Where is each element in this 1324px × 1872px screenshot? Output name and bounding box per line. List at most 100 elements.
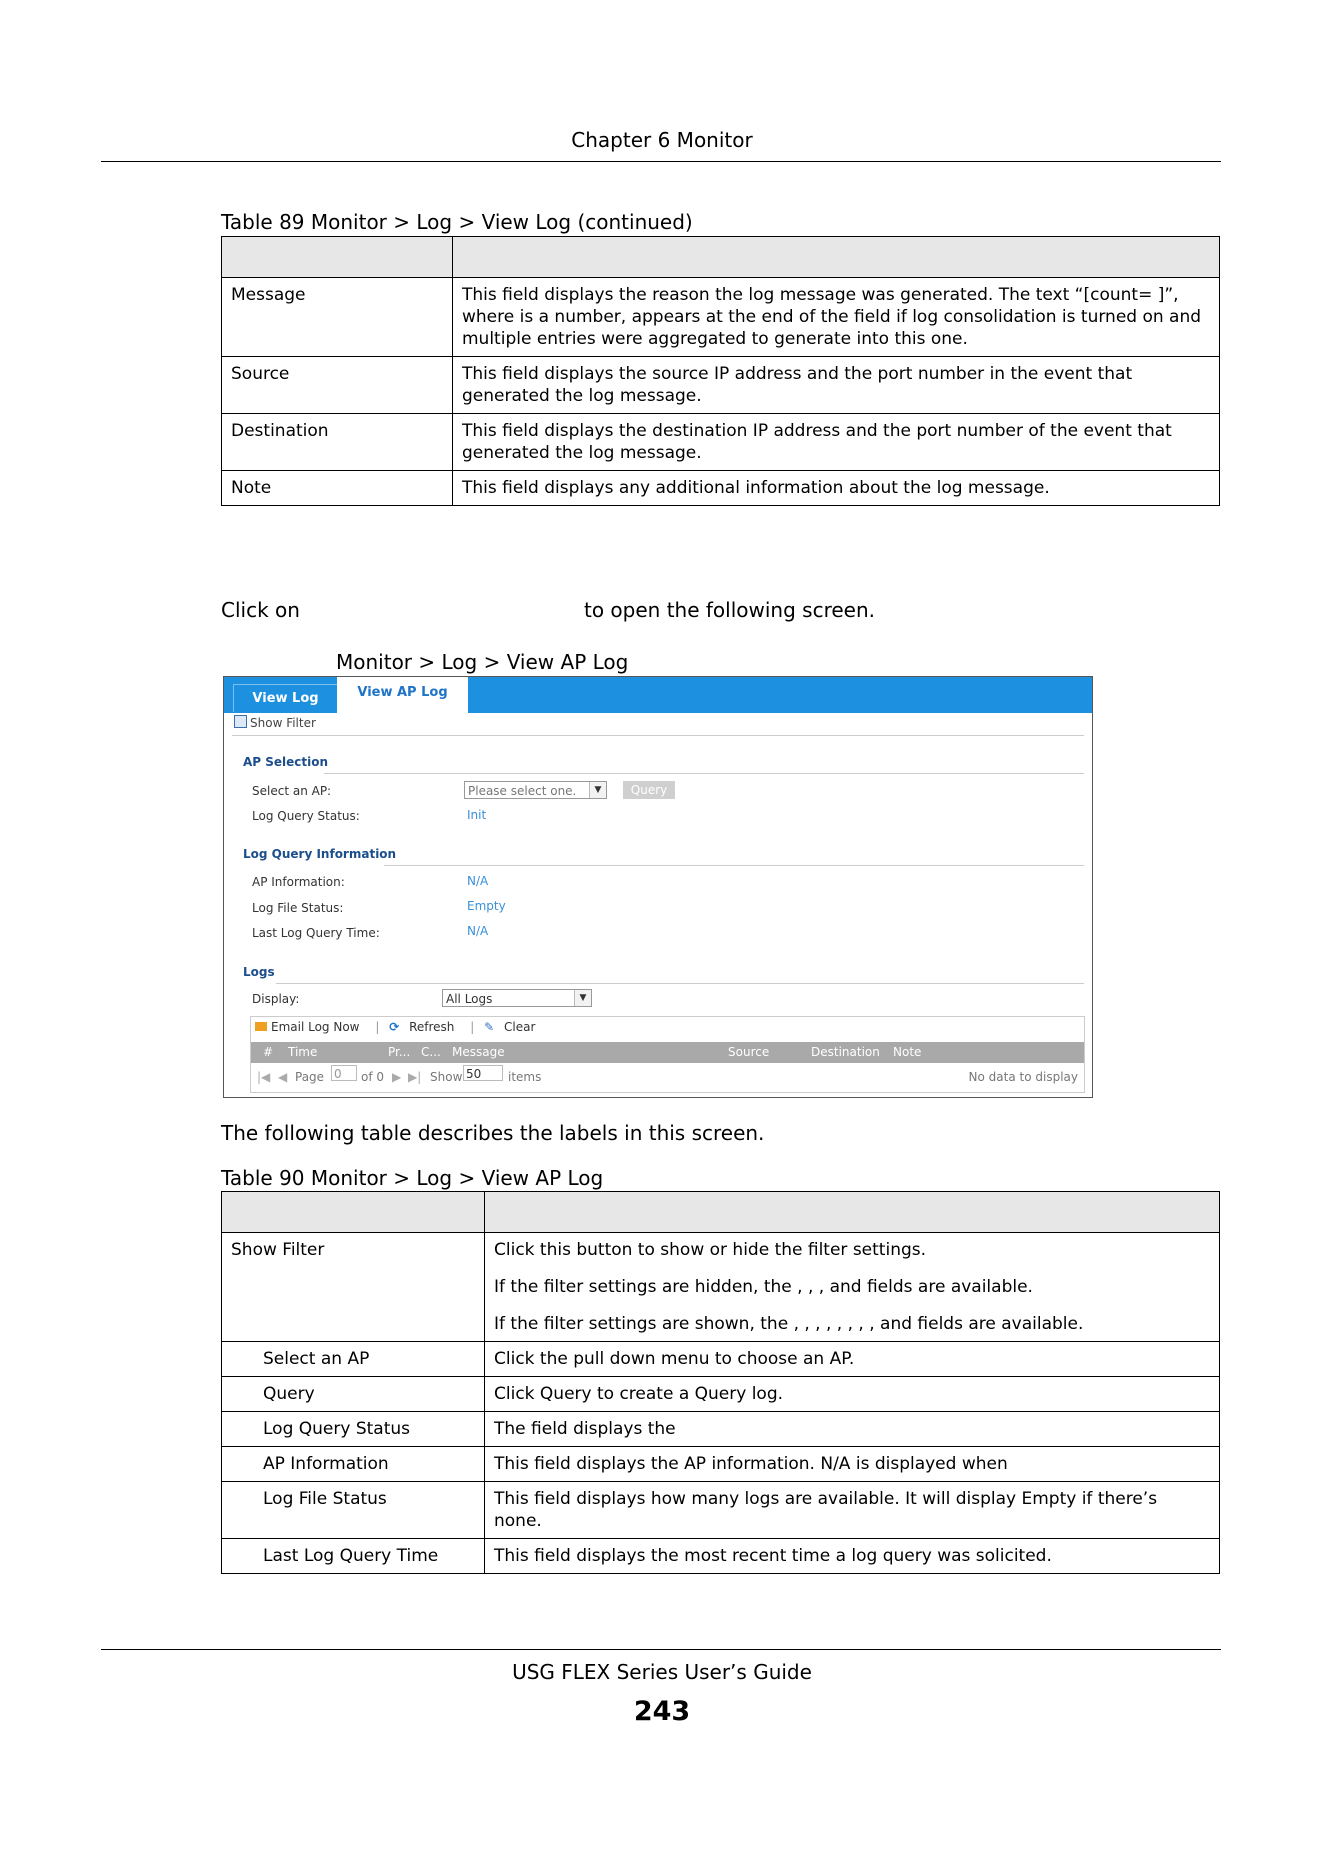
- col-priority[interactable]: Pr...: [388, 1042, 410, 1063]
- col-category[interactable]: C...: [421, 1042, 441, 1063]
- table-row: Note This field displays any additional …: [221, 470, 1220, 506]
- table-row: Destination This field displays the dest…: [221, 413, 1220, 471]
- ap-information-value: N/A: [467, 874, 489, 888]
- row-label: Last Log Query Time: [221, 1538, 485, 1574]
- row-label: AP Information: [221, 1446, 485, 1482]
- col-note[interactable]: Note: [893, 1042, 921, 1063]
- toolbar-separator: |: [470, 1020, 475, 1034]
- ap-select[interactable]: Please select one. ▼: [464, 781, 607, 799]
- last-log-query-time-value: N/A: [467, 924, 489, 938]
- row-description: Click Query to create a Query log.: [484, 1376, 1220, 1412]
- log-file-status-label: Log File Status:: [252, 901, 344, 915]
- chevron-down-icon: ▼: [589, 782, 606, 798]
- col-source[interactable]: Source: [728, 1042, 769, 1063]
- col-destination[interactable]: Destination: [811, 1042, 880, 1063]
- email-log-now-button[interactable]: Email Log Now: [255, 1020, 366, 1034]
- log-grid: Email Log Now | ⟳ Refresh | ✎ Clear # Ti…: [250, 1016, 1085, 1093]
- select-ap-label: Select an AP:: [252, 784, 332, 798]
- tab-view-ap-log[interactable]: View AP Log: [337, 677, 468, 713]
- refresh-icon: ⟳: [389, 1020, 400, 1034]
- table-row: Query Click Query to create a Query log.: [221, 1376, 1220, 1412]
- page-size-value: 50: [463, 1065, 503, 1081]
- divider: [232, 735, 1084, 736]
- row-description: This field displays the destination IP a…: [452, 413, 1220, 471]
- header-rule: [101, 161, 1221, 162]
- row-description: This field displays how many logs are av…: [484, 1481, 1220, 1539]
- items-label: items: [508, 1070, 542, 1084]
- description-paragraph: If the filter settings are shown, the , …: [494, 1314, 1084, 1334]
- query-button[interactable]: Query: [623, 781, 675, 799]
- next-page-icon[interactable]: ▶: [392, 1065, 401, 1089]
- table-row: Show Filter Click this button to show or…: [221, 1232, 1220, 1342]
- page-input-value: 0: [331, 1065, 357, 1081]
- broom-icon: ✎: [484, 1020, 495, 1034]
- row-label: Note: [221, 470, 453, 506]
- page-number: 243: [633, 1696, 691, 1727]
- description-paragraph: Click this button to show or hide the fi…: [494, 1240, 927, 1260]
- toolbar-separator: |: [375, 1020, 380, 1034]
- table-row: Source This field displays the source IP…: [221, 356, 1220, 414]
- log-query-info-title: Log Query Information: [243, 847, 397, 861]
- show-label: Show: [430, 1070, 463, 1084]
- table-row: Select an AP Click the pull down menu to…: [221, 1341, 1220, 1377]
- describes-text: The following table describes the labels…: [221, 1121, 765, 1145]
- table-row: Log File Status This field displays how …: [221, 1481, 1220, 1539]
- envelope-icon: [255, 1022, 267, 1031]
- email-log-now-label: Email Log Now: [271, 1020, 360, 1034]
- no-data-status: No data to display: [968, 1070, 1078, 1084]
- page-count: of 0: [361, 1070, 385, 1084]
- row-description: The field displays the: [484, 1411, 1220, 1447]
- table-header-row: [221, 236, 1220, 278]
- tab-view-log[interactable]: View Log: [233, 684, 338, 712]
- guide-title: USG FLEX Series User’s Guide: [512, 1660, 812, 1684]
- log-query-status-label: Log Query Status:: [252, 809, 360, 823]
- table89: Message This field displays the reason t…: [221, 236, 1220, 506]
- table-row: AP Information This field displays the A…: [221, 1446, 1220, 1482]
- display-select[interactable]: All Logs ▼: [442, 989, 592, 1007]
- figure-caption: Monitor > Log > View AP Log: [336, 650, 629, 674]
- table-row: Log Query Status The field displays the: [221, 1411, 1220, 1447]
- last-log-query-time-label: Last Log Query Time:: [252, 926, 380, 940]
- open-screen-text: to open the following screen.: [584, 598, 875, 622]
- page-label: Page: [295, 1070, 325, 1084]
- row-description: This field displays the reason the log m…: [452, 277, 1220, 357]
- show-filter-label: Show Filter: [250, 716, 316, 730]
- display-label: Display:: [252, 992, 300, 1006]
- col-number[interactable]: #: [263, 1042, 273, 1063]
- row-label: Source: [221, 356, 453, 414]
- table-header-row: [221, 1191, 1220, 1233]
- last-page-icon[interactable]: ▶|: [408, 1065, 421, 1089]
- row-label: Log File Status: [221, 1481, 485, 1539]
- row-label: Log Query Status: [221, 1411, 485, 1447]
- table90-caption: Table 90 Monitor > Log > View AP Log: [221, 1166, 604, 1190]
- col-time[interactable]: Time: [288, 1042, 317, 1063]
- grid-pager: |◀ ◀ Page 0 of 0 ▶ ▶| Show 50 items No d…: [251, 1065, 1084, 1089]
- row-description: This field displays any additional infor…: [452, 470, 1220, 506]
- show-filter-button[interactable]: Show Filter: [234, 715, 316, 730]
- tab-bar: View Log View AP Log: [224, 677, 1092, 713]
- table89-caption: Table 89 Monitor > Log > View Log (conti…: [221, 210, 693, 234]
- row-label: Query: [221, 1376, 485, 1412]
- logs-title: Logs: [243, 965, 275, 979]
- divider: [324, 773, 1084, 774]
- row-description: This field displays the AP information. …: [484, 1446, 1220, 1482]
- view-ap-log-screen: View Log View AP Log Show Filter AP Sele…: [223, 676, 1093, 1098]
- divider: [276, 983, 1084, 984]
- row-label: Destination: [221, 413, 453, 471]
- log-file-status-value: Empty: [467, 899, 506, 913]
- row-description: This field displays the most recent time…: [484, 1538, 1220, 1574]
- filter-icon: [234, 715, 247, 728]
- ap-selection-title: AP Selection: [243, 755, 329, 769]
- first-page-icon[interactable]: |◀: [257, 1065, 270, 1089]
- row-label: Select an AP: [221, 1341, 485, 1377]
- ap-select-value: Please select one.: [468, 784, 577, 798]
- clear-button[interactable]: ✎ Clear: [484, 1020, 541, 1034]
- row-description: This field displays the source IP addres…: [452, 356, 1220, 414]
- refresh-label: Refresh: [409, 1020, 455, 1034]
- table-row: Last Log Query Time This field displays …: [221, 1538, 1220, 1574]
- refresh-button[interactable]: ⟳ Refresh: [389, 1020, 460, 1034]
- chevron-down-icon: ▼: [574, 990, 591, 1006]
- col-message[interactable]: Message: [452, 1042, 505, 1063]
- prev-page-icon[interactable]: ◀: [278, 1065, 287, 1089]
- clear-label: Clear: [504, 1020, 536, 1034]
